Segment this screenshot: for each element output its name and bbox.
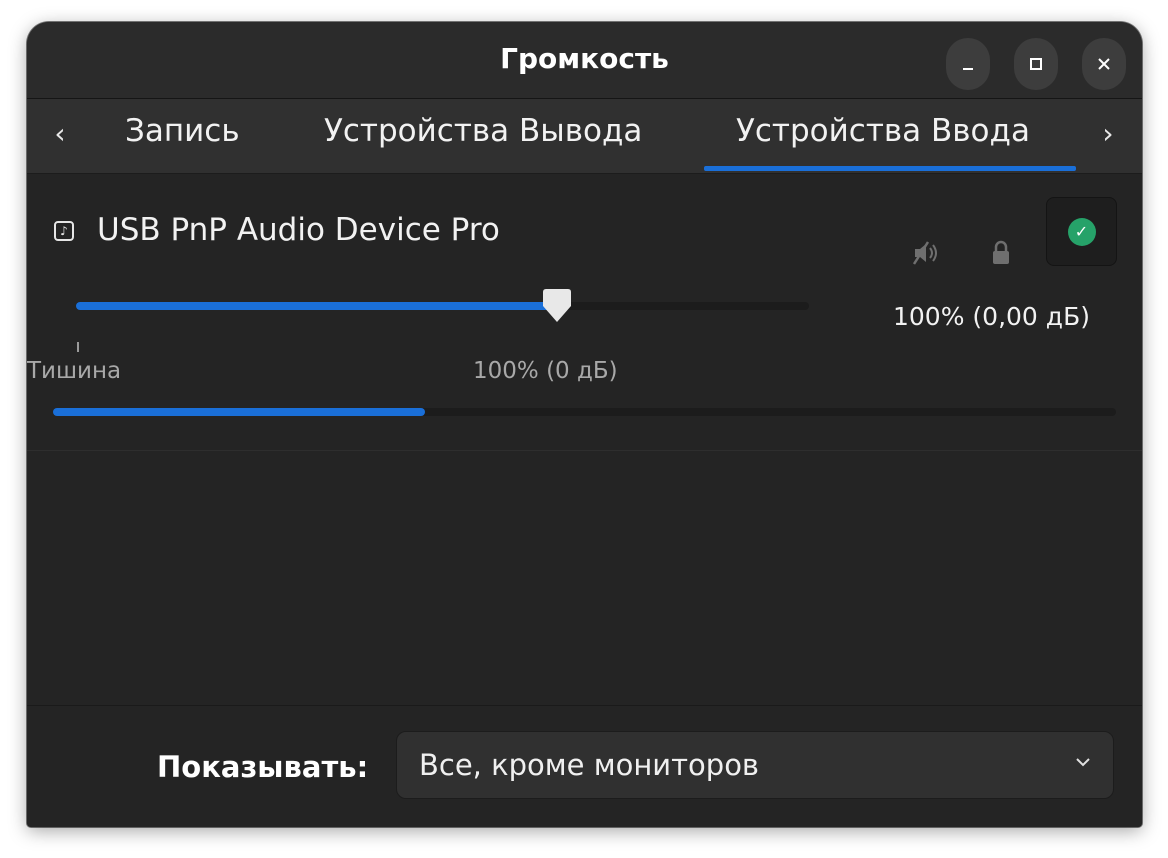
minimize-icon xyxy=(963,68,973,70)
show-filter-dropdown[interactable]: Все, кроме мониторов xyxy=(396,731,1114,799)
show-filter-value: Все, кроме мониторов xyxy=(419,748,760,782)
show-filter-label: Показывать: xyxy=(157,750,369,784)
maximize-icon xyxy=(1030,58,1042,70)
input-level-meter xyxy=(53,408,1116,416)
volume-slider-thumb[interactable] xyxy=(540,288,574,324)
silence-tick-label: Тишина xyxy=(27,358,122,384)
volume-slider-fill xyxy=(76,302,557,310)
music-note-icon: ♪ xyxy=(54,221,74,241)
device-row: ♪ USB PnP Audio Device Pro ✓ 100% (0,00 … xyxy=(27,174,1142,451)
silence-tick-mark xyxy=(77,342,79,352)
lock-icon xyxy=(993,240,1009,264)
tab-next-arrow[interactable]: › xyxy=(1096,117,1120,150)
maximize-button[interactable] xyxy=(1014,38,1058,90)
tab-prev-arrow[interactable]: ‹ xyxy=(48,117,72,150)
full-volume-tick-label: 100% (0 дБ) xyxy=(473,358,618,384)
set-default-button[interactable]: ✓ xyxy=(1046,197,1117,266)
mute-button[interactable] xyxy=(905,231,949,275)
footer-bar: Показывать: Все, кроме мониторов xyxy=(27,705,1142,827)
active-tab-indicator xyxy=(704,166,1076,171)
close-icon xyxy=(1098,58,1110,70)
volume-window: Громкость ‹ Запись Устройства Вывода Уст… xyxy=(27,22,1142,827)
titlebar: Громкость xyxy=(27,22,1142,99)
device-name: USB PnP Audio Device Pro xyxy=(97,212,500,248)
speaker-muted-icon xyxy=(912,241,937,265)
lock-button[interactable] xyxy=(979,231,1023,275)
volume-readout: 100% (0,00 дБ) xyxy=(893,302,1090,331)
chevron-down-icon xyxy=(1076,758,1090,767)
close-button[interactable] xyxy=(1082,38,1126,90)
tab-output-devices[interactable]: Устройства Вывода xyxy=(324,113,642,149)
input-level-fill xyxy=(53,408,426,416)
tab-input-devices[interactable]: Устройства Ввода xyxy=(736,113,1030,149)
minimize-button[interactable] xyxy=(946,38,990,90)
tab-bar: ‹ Запись Устройства Вывода Устройства Вв… xyxy=(27,99,1142,174)
check-circle-icon: ✓ xyxy=(1067,217,1096,246)
tab-recording[interactable]: Запись xyxy=(125,113,240,149)
volume-slider[interactable] xyxy=(76,289,809,322)
